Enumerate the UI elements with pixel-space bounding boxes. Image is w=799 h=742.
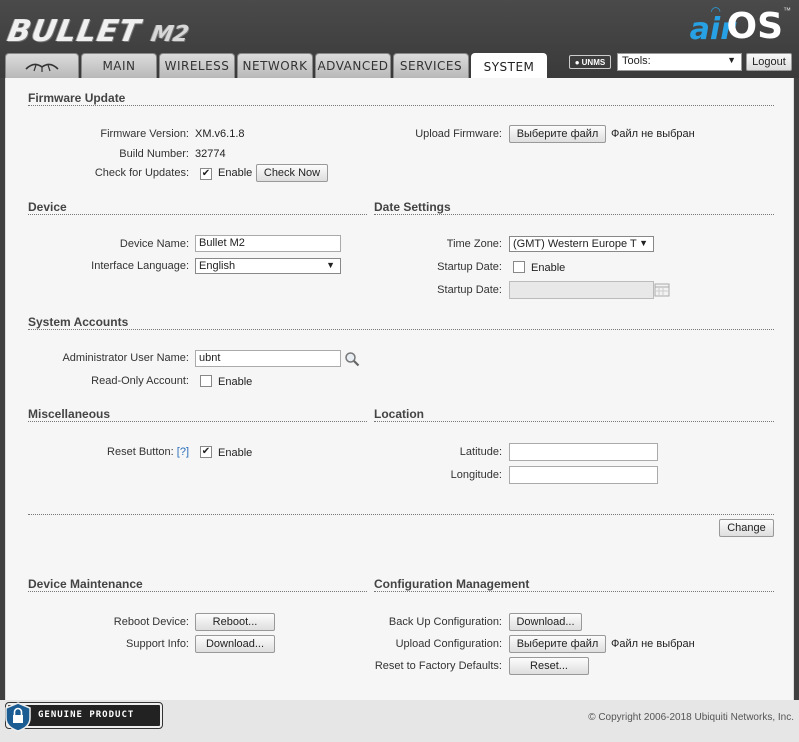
admin-username-label: Administrator User Name:	[62, 352, 189, 364]
readonly-account-label: Read-Only Account:	[91, 375, 189, 387]
latitude-label: Latitude:	[459, 446, 502, 458]
section-divider	[28, 421, 367, 422]
system-accounts-section-title: System Accounts	[28, 315, 129, 329]
interface-language-select[interactable]: English ▼	[195, 258, 341, 274]
readonly-account-checkbox[interactable]	[200, 375, 212, 387]
upload-config-file-button[interactable]: Выберите файл	[509, 635, 606, 653]
device-maintenance-section-title: Device Maintenance	[28, 577, 143, 591]
startup-date-input	[509, 281, 654, 299]
support-info-label: Support Info:	[126, 638, 189, 650]
section-divider	[28, 105, 774, 106]
time-zone-value: (GMT) Western Europe T	[513, 238, 637, 250]
tools-select-value: Tools:	[622, 55, 651, 67]
date-settings-section-title: Date Settings	[374, 200, 451, 214]
startup-date-enable-text: Enable	[531, 262, 566, 274]
device-name-label: Device Name:	[119, 238, 189, 250]
reset-button-checkbox[interactable]: ✔	[200, 446, 212, 458]
chevron-down-icon: ▼	[727, 55, 736, 65]
upload-config-label: Upload Configuration:	[395, 638, 502, 650]
chevron-down-icon: ▼	[639, 238, 648, 248]
admin-username-input[interactable]: ubnt	[195, 350, 341, 367]
longitude-label: Longitude:	[450, 469, 502, 481]
reboot-button[interactable]: Reboot...	[195, 613, 275, 631]
chevron-down-icon: ▼	[326, 260, 335, 270]
build-number-label: Build Number:	[119, 148, 189, 160]
reset-button-label: Reset Button:	[107, 446, 174, 458]
latitude-input[interactable]	[509, 443, 658, 461]
section-divider	[374, 421, 774, 422]
factory-reset-label: Reset to Factory Defaults:	[374, 660, 502, 672]
check-now-button[interactable]: Check Now	[256, 164, 328, 182]
copyright-text: © Copyright 2006-2018 Ubiquiti Networks,…	[588, 712, 794, 723]
longitude-input[interactable]	[509, 466, 658, 484]
interface-language-label: Interface Language:	[91, 260, 189, 272]
check-updates-enable-label: Enable	[218, 167, 253, 179]
startup-date-label: Startup Date:	[437, 284, 502, 296]
unms-badge[interactable]: ● UNMS	[569, 55, 611, 69]
device-name-input[interactable]: Bullet M2	[195, 235, 341, 252]
unms-label: UNMS	[581, 57, 606, 67]
upload-firmware-label: Upload Firmware:	[415, 128, 502, 140]
key-lookup-icon[interactable]	[344, 351, 360, 367]
section-divider	[28, 591, 367, 592]
tab-services[interactable]: SERVICES	[393, 53, 469, 78]
firmware-version-label: Firmware Version:	[100, 128, 189, 140]
time-zone-label: Time Zone:	[446, 238, 502, 250]
tab-system[interactable]: SYSTEM	[471, 53, 547, 79]
upload-config-file-status: Файл не выбран	[611, 638, 695, 650]
tab-ubiquiti-logo[interactable]	[5, 53, 79, 78]
airos-logo: ◠ air OS ™	[683, 2, 793, 47]
trademark-mark: ™	[783, 6, 791, 15]
firmware-version-value: XM.v6.1.8	[195, 128, 245, 140]
ubiquiti-logo-icon	[25, 63, 59, 72]
section-divider	[374, 214, 774, 215]
tab-network[interactable]: NETWORK	[237, 53, 313, 78]
support-info-download-button[interactable]: Download...	[195, 635, 275, 653]
tab-main[interactable]: MAIN	[81, 53, 157, 78]
config-management-section-title: Configuration Management	[374, 577, 530, 591]
change-button[interactable]: Change	[719, 519, 774, 537]
section-divider	[374, 591, 774, 592]
backup-config-label: Back Up Configuration:	[388, 616, 502, 628]
tools-select[interactable]: Tools: ▼	[617, 53, 742, 71]
system-page: Firmware Update Firmware Version: XM.v6.…	[5, 78, 794, 700]
section-divider	[28, 329, 774, 330]
product-name: BULLET	[4, 14, 144, 49]
product-model: M2	[149, 22, 191, 47]
time-zone-select[interactable]: (GMT) Western Europe T ▼	[509, 236, 654, 252]
airos-logo-os: OS	[726, 6, 783, 47]
firmware-section-title: Firmware Update	[28, 91, 126, 105]
calendar-icon	[654, 283, 670, 297]
genuine-product-badge: GENUINE PRODUCT	[5, 702, 163, 732]
device-section-title: Device	[28, 200, 67, 214]
reboot-device-label: Reboot Device:	[113, 616, 189, 628]
startup-date-checkbox[interactable]	[513, 261, 525, 273]
product-logo: BULLET M2	[5, 14, 192, 49]
lock-shield-icon	[5, 702, 31, 732]
check-updates-label: Check for Updates:	[94, 167, 189, 179]
section-divider	[28, 214, 367, 215]
upload-firmware-file-status: Файл не выбран	[611, 128, 695, 140]
interface-language-value: English	[199, 260, 236, 272]
upload-firmware-file-button[interactable]: Выберите файл	[509, 125, 606, 143]
reset-button-help-link[interactable]: [?]	[177, 446, 189, 458]
location-section-title: Location	[374, 407, 424, 421]
reset-button-enable-text: Enable	[218, 447, 253, 459]
tab-wireless[interactable]: WIRELESS	[159, 53, 235, 78]
build-number-value: 32774	[195, 148, 226, 160]
tab-advanced[interactable]: ADVANCED	[315, 53, 391, 78]
check-updates-checkbox[interactable]: ✔	[200, 168, 212, 180]
factory-reset-button[interactable]: Reset...	[509, 657, 589, 675]
startup-date-enable-label: Startup Date:	[437, 261, 502, 273]
main-tabs: MAIN WIRELESS NETWORK ADVANCED SERVICES …	[5, 53, 547, 79]
unms-dot-icon: ●	[574, 57, 580, 67]
genuine-product-text: GENUINE PRODUCT	[38, 710, 135, 720]
readonly-account-enable-text: Enable	[218, 376, 253, 388]
section-divider	[28, 514, 774, 515]
misc-section-title: Miscellaneous	[28, 407, 111, 421]
backup-config-download-button[interactable]: Download...	[509, 613, 582, 631]
logout-button[interactable]: Logout	[746, 53, 792, 71]
reset-button-setting: Reset Button: [?]	[107, 446, 189, 458]
